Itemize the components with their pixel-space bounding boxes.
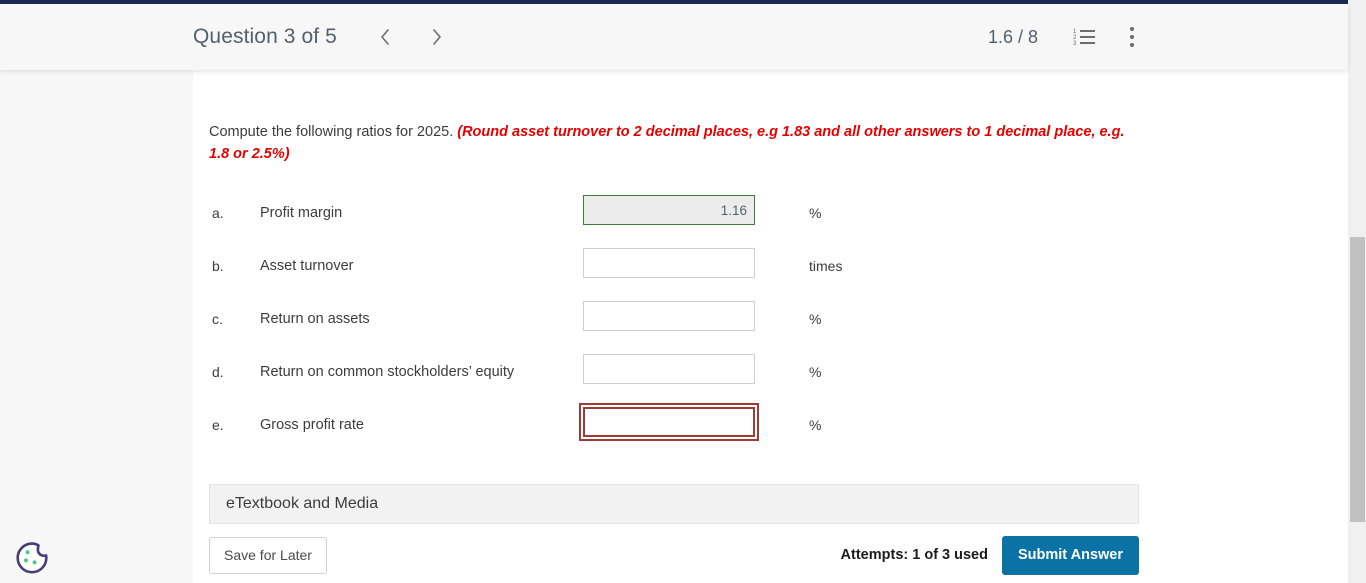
row-unit: % <box>809 205 822 221</box>
list-bar-1 <box>1080 30 1095 32</box>
page-scrollbar-thumb[interactable] <box>1350 237 1365 522</box>
row-letter: a. <box>212 205 224 221</box>
quiz-page: Question 3 of 5 1.6 / 8 1 2 3 Compute th… <box>0 0 1366 583</box>
answer-row: a. Profit margin % <box>209 195 1209 248</box>
kebab-dot-1 <box>1130 27 1134 31</box>
return-on-equity-input[interactable] <box>583 354 755 384</box>
row-input-wrap <box>583 195 783 233</box>
list-number-3: 3 <box>1073 41 1077 47</box>
list-bar-3 <box>1080 42 1095 44</box>
row-label: Return on assets <box>260 311 370 327</box>
score-progress: 1.6 / 8 <box>987 26 1038 47</box>
cookie-consent-button[interactable] <box>12 538 52 578</box>
row-label: Asset turnover <box>260 258 354 274</box>
answer-row: b. Asset turnover times <box>209 248 1209 301</box>
row-letter: e. <box>212 417 224 433</box>
page-title: Question 3 of 5 <box>193 25 337 48</box>
row-label: Gross profit rate <box>260 417 364 433</box>
kebab-dot-2 <box>1130 35 1134 39</box>
submit-answer-button[interactable]: Submit Answer <box>1001 535 1139 575</box>
question-nav <box>367 19 455 55</box>
row-unit: % <box>809 311 822 327</box>
answer-row: d. Return on common stockholders’ equity… <box>209 354 1209 407</box>
footer-right-group: Attempts: 1 of 3 used Submit Answer <box>840 535 1139 575</box>
row-input-wrap <box>583 248 783 286</box>
numbered-list-icon: 1 2 3 <box>1073 29 1095 47</box>
more-options-button[interactable] <box>1116 21 1148 53</box>
gross-profit-rate-input[interactable] <box>579 403 759 441</box>
answer-row: e. Gross profit rate % <box>209 403 1209 460</box>
save-for-later-button[interactable]: Save for Later <box>209 536 327 574</box>
row-label: Return on common stockholders’ equity <box>260 364 515 380</box>
question-footer: Save for Later Attempts: 1 of 3 used Sub… <box>209 535 1139 575</box>
row-input-wrap <box>583 301 783 339</box>
kebab-menu-icon <box>1130 27 1134 47</box>
header-right-group: 1.6 / 8 1 2 3 <box>988 21 1348 53</box>
page-scrollbar-track[interactable] <box>1348 0 1366 583</box>
left-gutter <box>0 70 193 583</box>
next-question-button[interactable] <box>419 19 455 55</box>
kebab-dot-3 <box>1130 43 1134 47</box>
question-list-button[interactable]: 1 2 3 <box>1068 21 1100 53</box>
row-unit: % <box>809 417 822 433</box>
list-bar-2 <box>1080 36 1095 38</box>
row-input-wrap <box>579 403 783 445</box>
row-label: Profit margin <box>260 205 343 221</box>
attempts-status: Attempts: 1 of 3 used <box>840 547 988 563</box>
question-content-panel: Compute the following ratios for 2025. (… <box>193 70 1348 583</box>
row-letter: c. <box>212 311 223 327</box>
row-input-wrap <box>583 354 783 392</box>
question-prompt: Compute the following ratios for 2025. (… <box>209 121 1144 165</box>
question-header: Question 3 of 5 1.6 / 8 1 2 3 <box>0 4 1348 70</box>
prompt-text: Compute the following ratios for 2025. <box>209 124 458 140</box>
row-unit: % <box>809 364 822 380</box>
asset-turnover-input[interactable] <box>583 248 755 278</box>
header-left-group: Question 3 of 5 <box>193 19 455 55</box>
row-unit: times <box>809 258 843 274</box>
return-on-assets-input[interactable] <box>583 301 755 331</box>
row-letter: b. <box>212 258 224 274</box>
profit-margin-input[interactable] <box>583 195 755 225</box>
prev-question-button[interactable] <box>367 19 403 55</box>
row-letter: d. <box>212 364 224 380</box>
answer-row: c. Return on assets % <box>209 301 1209 354</box>
etextbook-and-media-bar[interactable]: eTextbook and Media <box>209 484 1139 524</box>
etextbook-label: eTextbook and Media <box>226 495 379 512</box>
answer-rows: a. Profit margin % b. Asset turnover tim… <box>209 195 1209 460</box>
chevron-left-icon <box>379 28 391 46</box>
cookie-icon <box>12 542 52 582</box>
chevron-right-icon <box>431 28 443 46</box>
